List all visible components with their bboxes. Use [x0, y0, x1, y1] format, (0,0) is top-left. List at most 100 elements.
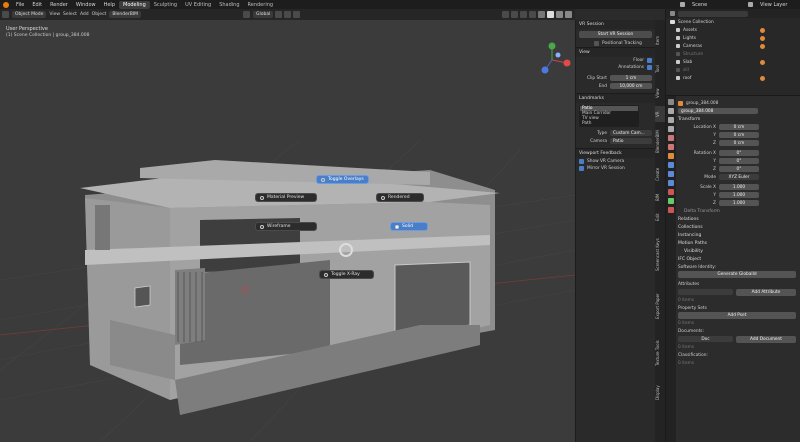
annotations-checkbox[interactable] [647, 65, 652, 70]
tab-edit[interactable]: Edit [655, 208, 665, 226]
location-y-field[interactable]: 0 cm [719, 132, 759, 138]
floor-checkbox[interactable] [647, 58, 652, 63]
3d-viewport[interactable]: User Perspective (1) Scene Collection | … [0, 20, 575, 442]
add-pset-button[interactable]: Add Pset [678, 312, 796, 319]
exclude-checkbox[interactable] [676, 52, 680, 56]
relations-section[interactable]: Relations [678, 215, 798, 223]
gizmo-icon[interactable] [511, 11, 518, 18]
location-x-field[interactable]: 0 cm [719, 124, 759, 130]
constraints-icon[interactable] [668, 189, 674, 195]
landmarks-list[interactable]: Patio Main Corridor TV view Path [579, 105, 639, 127]
exclude-checkbox[interactable] [676, 76, 680, 80]
object-name-field[interactable]: group_384.008 [678, 108, 758, 114]
vr-session-section[interactable]: VR Session [576, 20, 655, 29]
exclude-checkbox[interactable] [676, 44, 680, 48]
snap-icon[interactable] [284, 11, 292, 18]
header-menu-view[interactable]: View [49, 12, 60, 17]
blenderbim-menu[interactable]: BlenderBIM [109, 11, 142, 18]
rotation-x-field[interactable]: 0° [719, 150, 759, 156]
proportional-edit-icon[interactable] [293, 11, 301, 18]
camera-field[interactable]: Patio [610, 138, 652, 144]
outliner-row-slab[interactable]: Slab [666, 58, 800, 66]
tab-display[interactable]: Display [655, 378, 665, 408]
header-menu-select[interactable]: Select [63, 12, 77, 17]
tab-vr[interactable]: VR [655, 106, 665, 122]
shading-solid-icon[interactable] [547, 11, 554, 18]
motion-paths-section[interactable]: Motion Paths [678, 239, 798, 247]
exclude-checkbox[interactable] [676, 68, 680, 72]
scene-selector[interactable]: Scene [688, 2, 748, 8]
rotation-y-field[interactable]: 0° [719, 158, 759, 164]
collections-section[interactable]: Collections [678, 223, 798, 231]
tab-texture-tools[interactable]: Texture Tools [655, 330, 665, 376]
physics-icon[interactable] [668, 180, 674, 186]
xray-icon[interactable] [529, 11, 536, 18]
outliner-search-input[interactable] [678, 10, 748, 17]
particles-icon[interactable] [668, 171, 674, 177]
world-icon[interactable] [668, 144, 674, 150]
outliner-row-scene-collection[interactable]: Scene Collection [666, 18, 800, 26]
tab-tool[interactable]: Tool [655, 58, 665, 80]
delta-transform-section[interactable]: Delta Transform [678, 207, 798, 215]
outliner-row-structure[interactable]: Structure [666, 50, 800, 58]
mirror-vr-session-checkbox[interactable] [579, 166, 584, 171]
document-dropdown[interactable]: Doc [678, 336, 733, 342]
menu-render[interactable]: Render [46, 2, 72, 8]
landmarks-section[interactable]: Landmarks [576, 93, 655, 103]
wireframe-button[interactable]: Wireframe [255, 222, 317, 231]
rotation-z-field[interactable]: 0° [719, 166, 759, 172]
ifc-object-section[interactable]: IFC Object [678, 255, 798, 263]
shading-wireframe-icon[interactable] [538, 11, 545, 18]
workspace-tab-modeling[interactable]: Modeling [119, 0, 150, 9]
menu-window[interactable]: Window [72, 2, 100, 8]
workspace-tab-sculpting[interactable]: Sculpting [150, 1, 181, 9]
tab-bim[interactable]: BIM [655, 188, 665, 206]
transform-orientation[interactable]: Global [253, 11, 274, 18]
clip-end-field[interactable]: 10,000 cm [610, 83, 652, 89]
add-document-button[interactable]: Add Document [736, 335, 796, 343]
clip-start-field[interactable]: 1 cm [610, 75, 652, 81]
pivot-icon[interactable] [275, 11, 283, 18]
blender-logo-icon[interactable] [3, 1, 9, 8]
scene-icon[interactable] [668, 135, 674, 141]
show-vr-camera-checkbox[interactable] [579, 159, 584, 164]
tab-item[interactable]: Item [655, 24, 665, 56]
mode-selector[interactable]: Object Mode [12, 11, 47, 18]
start-vr-button[interactable]: Start VR Session [579, 31, 652, 38]
landmark-item-path[interactable]: Path [580, 121, 638, 126]
render-icon[interactable] [668, 108, 674, 114]
add-attribute-button[interactable]: Add Attribute [736, 288, 796, 296]
view-layer-icon[interactable] [748, 2, 753, 7]
outliner-row-roof[interactable]: roof [666, 74, 800, 82]
scale-z-field[interactable]: 1.000 [719, 200, 759, 206]
outliner-row-assets[interactable]: Assets [666, 26, 800, 34]
tab-screencast-keys[interactable]: Screencast Keys [655, 228, 665, 282]
header-menu-add[interactable]: Add [80, 12, 89, 17]
outliner-row-sill[interactable]: sill [666, 66, 800, 74]
show-vr-camera-row[interactable]: Show VR Camera [576, 158, 655, 165]
filter-icon[interactable] [670, 11, 675, 16]
outliner-row-lights[interactable]: Lights [666, 34, 800, 42]
material-icon[interactable] [668, 207, 674, 213]
tab-create[interactable]: Create [655, 162, 665, 186]
viewport-feedback-section[interactable]: Viewport Feedback [576, 148, 655, 158]
transform-section[interactable]: Transform [678, 115, 798, 123]
shading-rendered-icon[interactable] [565, 11, 572, 18]
object-icon[interactable] [668, 153, 674, 159]
view-layer-selector[interactable]: View Layer [756, 2, 800, 8]
view-section[interactable]: View [576, 47, 655, 57]
data-icon[interactable] [668, 198, 674, 204]
tab-view[interactable]: View [655, 82, 665, 104]
view-layer-icon[interactable] [668, 126, 674, 132]
type-dropdown[interactable]: Custom Cam... [610, 130, 652, 136]
outliner-row-cameras[interactable]: Cameras [666, 42, 800, 50]
rotation-mode-dropdown[interactable]: XYZ Euler [719, 174, 759, 180]
scale-x-field[interactable]: 1.000 [719, 184, 759, 190]
orientation-icon[interactable] [243, 11, 251, 18]
workspace-tab-rendering[interactable]: Rendering [244, 1, 278, 9]
visibility-icon[interactable] [502, 11, 509, 18]
scene-icon[interactable] [680, 2, 685, 7]
annotations-row[interactable]: Annotations [576, 64, 655, 71]
instancing-section[interactable]: Instancing [678, 231, 798, 239]
modifier-icon[interactable] [668, 162, 674, 168]
